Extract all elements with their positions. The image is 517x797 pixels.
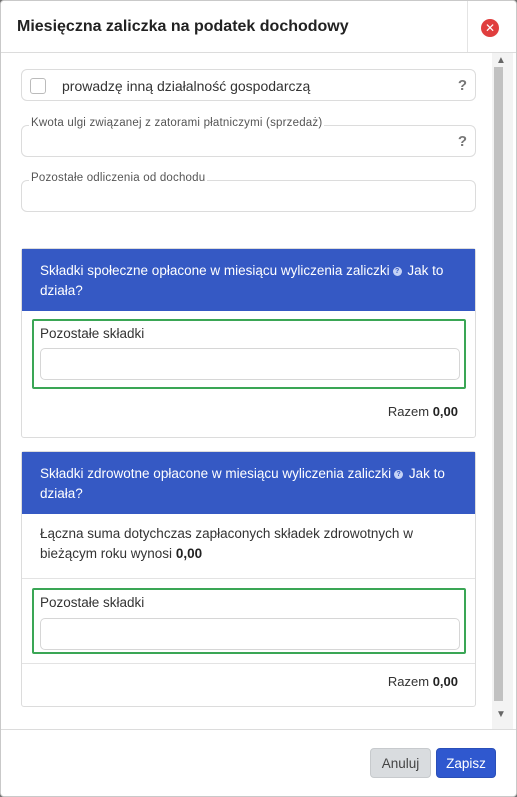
info-icon[interactable]: ?: [392, 267, 402, 276]
vertical-scrollbar[interactable]: ▲ ▼: [492, 53, 513, 729]
health-other-contributions-input[interactable]: [40, 618, 460, 650]
social-other-contributions-label: Pozostałe składki: [40, 326, 145, 341]
scroll-up-icon[interactable]: ▲: [496, 55, 506, 66]
health-other-contributions-box: Pozostałe składki: [32, 588, 466, 654]
modal-header: Miesięczna zaliczka na podatek dochodowy…: [1, 1, 516, 53]
scroll-down-icon[interactable]: ▼: [496, 709, 506, 720]
header-divider: [467, 1, 468, 52]
save-button[interactable]: Zapisz: [436, 748, 496, 778]
cancel-button[interactable]: Anuluj: [370, 748, 431, 778]
modal-title: Miesięczna zaliczka na podatek dochodowy: [17, 18, 349, 35]
other-deductions-field[interactable]: [21, 180, 476, 212]
info-icon[interactable]: ?: [394, 470, 404, 479]
other-deductions-label: Pozostałe odliczenia od dochodu: [29, 172, 208, 184]
tax-advance-modal: Miesięczna zaliczka na podatek dochodowy…: [0, 0, 517, 797]
health-panel-header: Składki zdrowotne opłacone w miesiącu wy…: [22, 452, 475, 514]
health-contributions-panel: Składki zdrowotne opłacone w miesiącu wy…: [21, 451, 476, 707]
health-total-label: Razem: [387, 674, 430, 689]
social-total: Razem 0,00: [388, 404, 458, 419]
modal-footer: Anuluj Zapisz: [1, 729, 516, 796]
health-info-text: Łączna suma dotychczas zapłaconych skład…: [40, 524, 460, 564]
social-panel-heading: Składki społeczne opłacone w miesiącu wy…: [40, 263, 390, 278]
social-total-label: Razem: [387, 404, 430, 419]
relief-field[interactable]: ?: [21, 125, 476, 157]
relief-label: Kwota ulgi związanej z zatorami płatnicz…: [29, 117, 325, 129]
health-total: Razem 0,00: [388, 674, 458, 689]
health-info-sentence: Łączna suma dotychczas zapłaconych skład…: [40, 526, 413, 561]
other-business-checkbox[interactable]: [30, 78, 46, 94]
health-other-contributions-label: Pozostałe składki: [40, 595, 145, 610]
health-total-value: 0,00: [432, 674, 458, 689]
health-panel-divider: [22, 663, 475, 664]
social-panel-header: Składki społeczne opłacone w miesiącu wy…: [22, 249, 475, 311]
social-other-contributions-box: Pozostałe składki: [32, 319, 466, 389]
social-contributions-panel: Składki społeczne opłacone w miesiącu wy…: [21, 248, 476, 438]
health-panel-heading: Składki zdrowotne opłacone w miesiącu wy…: [40, 466, 392, 481]
social-total-value: 0,00: [432, 404, 458, 419]
other-business-label: prowadzę inną działalność gospodarczą: [62, 78, 311, 94]
social-other-contributions-input[interactable]: [40, 348, 460, 380]
scrollbar-thumb[interactable]: [494, 67, 503, 701]
modal-body[interactable]: prowadzę inną działalność gospodarczą ? …: [1, 53, 516, 729]
health-info-value: 0,00: [175, 546, 203, 561]
other-business-checkbox-row[interactable]: prowadzę inną działalność gospodarczą ?: [21, 69, 476, 101]
health-panel-divider: [22, 578, 475, 579]
close-icon[interactable]: ✕: [481, 19, 499, 37]
help-icon[interactable]: ?: [458, 77, 467, 94]
help-icon[interactable]: ?: [458, 133, 467, 150]
